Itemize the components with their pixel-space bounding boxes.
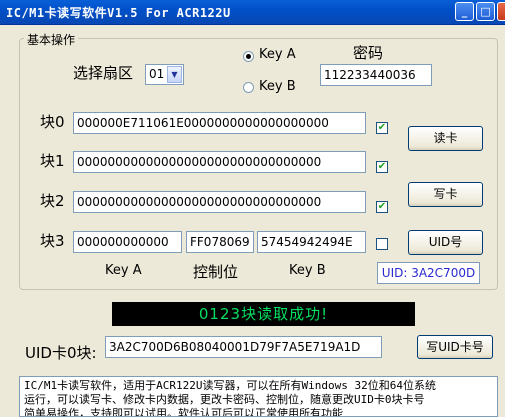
chevron-down-icon[interactable]: ▼	[167, 66, 182, 83]
minimize-button[interactable]: _	[455, 2, 474, 21]
checkmark-icon: ✔	[377, 161, 387, 172]
password-input[interactable]: 112233440036	[320, 64, 432, 86]
block1-label: 块1	[40, 152, 65, 170]
block2-label: 块2	[40, 192, 65, 210]
block1-input[interactable]: 00000000000000000000000000000000	[73, 151, 366, 173]
info-textarea[interactable]: IC/M1卡读写软件，适用于ACR122U读写器，可以在所有Windows 32…	[19, 376, 498, 417]
key-b-caption: Key B	[289, 263, 326, 278]
maximize-button[interactable]: □	[476, 2, 495, 21]
block3-key-a-input[interactable]: 000000000000	[73, 231, 182, 253]
block3-checkbox[interactable]	[376, 238, 388, 250]
key-a-radio-label: Key A	[259, 47, 296, 62]
minimize-icon: _	[461, 5, 468, 18]
block0-checkbox[interactable]: ✔	[376, 122, 388, 134]
sector-label: 选择扇区	[73, 64, 134, 82]
block3-control-input[interactable]: FF078069	[186, 231, 254, 253]
write-uid-button[interactable]: 写UID卡号	[417, 335, 493, 359]
key-b-radio[interactable]	[243, 82, 254, 93]
block0-input[interactable]: 000000E711061E0000000000000000000	[73, 112, 366, 134]
key-b-radio-label: Key B	[259, 79, 296, 94]
block3-label: 块3	[40, 232, 65, 250]
uid-block-input[interactable]: 3A2C700D6B08040001D79F7A5E719A1D	[105, 336, 382, 358]
sector-select[interactable]: 01 ▼	[145, 64, 184, 85]
status-message: 0123块读取成功!	[112, 302, 415, 326]
block3-key-b-input[interactable]: 57454942494E	[257, 231, 366, 253]
checkmark-icon: ✔	[377, 122, 387, 133]
info-line: 简单易操作，支持即可以试用。软件认可后可以正常使用所有功能	[24, 407, 343, 417]
uid-block-label: UID卡0块:	[25, 344, 97, 362]
info-line: 运行，可以读写卡、修改卡内数据，更改卡密码、控制位，随意更改UID卡0块卡号	[24, 393, 425, 406]
write-card-button[interactable]: 写卡	[408, 182, 483, 207]
window-title: IC/M1卡读写软件V1.5 For ACR122U	[6, 6, 231, 20]
block2-input[interactable]: 00000000000000000000000000000000	[73, 191, 366, 213]
radio-selected-dot	[246, 54, 251, 59]
uid-display: UID: 3A2C700D	[377, 262, 480, 284]
maximize-icon: □	[480, 5, 491, 18]
key-a-caption: Key A	[105, 263, 142, 278]
checkmark-icon: ✔	[377, 201, 387, 212]
info-line: IC/M1卡读写软件，适用于ACR122U读写器，可以在所有Windows 32…	[24, 379, 436, 392]
block2-checkbox[interactable]: ✔	[376, 201, 388, 213]
block0-label: 块0	[40, 113, 65, 131]
group-legend: 基本操作	[24, 31, 79, 48]
read-card-button[interactable]: 读卡	[408, 126, 483, 151]
uid-button[interactable]: UID号	[408, 230, 483, 255]
control-caption: 控制位	[193, 263, 239, 281]
sector-value: 01	[149, 67, 165, 81]
close-button[interactable]	[497, 2, 505, 21]
block1-checkbox[interactable]: ✔	[376, 161, 388, 173]
password-label: 密码	[353, 44, 384, 62]
key-a-radio[interactable]	[243, 51, 254, 62]
